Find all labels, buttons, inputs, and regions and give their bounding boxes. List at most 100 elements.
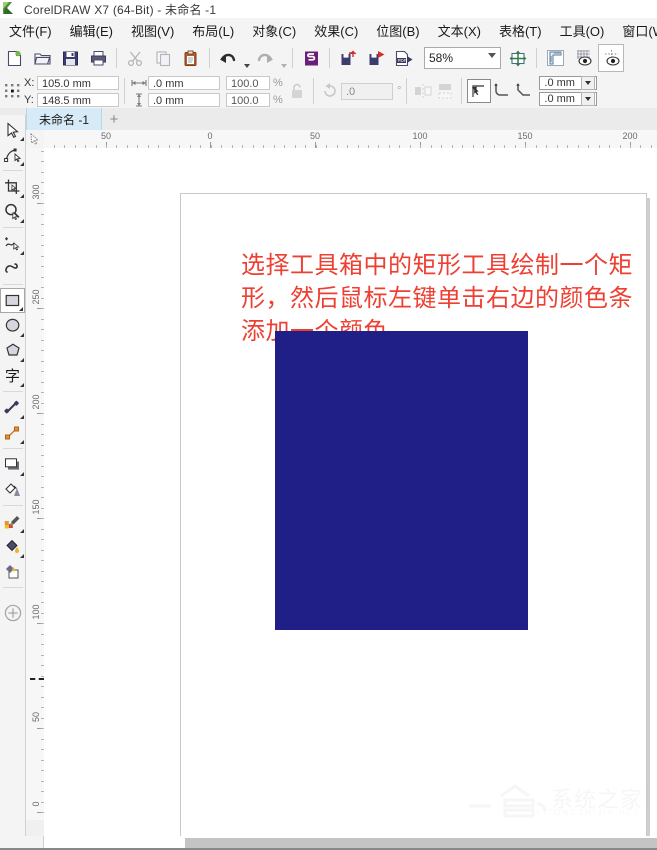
new-document-tab-button[interactable]: +: [104, 110, 124, 128]
menu-object[interactable]: 对象(C): [243, 19, 305, 42]
tool-add-more[interactable]: [0, 600, 25, 625]
flyout-arrow-icon[interactable]: [16, 333, 24, 337]
undo-arrow-icon[interactable]: [215, 44, 241, 72]
menu-edit[interactable]: 编辑(E): [61, 19, 122, 42]
tool-freehand[interactable]: [0, 231, 25, 256]
y-position-input[interactable]: 148.5 mm: [37, 92, 119, 107]
horizontal-ruler[interactable]: 50 0 50 100 150 200: [44, 130, 657, 149]
percent-symbol-x: %: [273, 76, 283, 89]
flyout-arrow-icon[interactable]: [16, 162, 24, 166]
tool-shadow[interactable]: [0, 452, 25, 477]
flyout-arrow-icon[interactable]: [16, 219, 24, 223]
print-icon[interactable]: [85, 44, 111, 72]
menu-layout[interactable]: 布局(L): [183, 19, 243, 42]
corner-radius-1-combo[interactable]: .0 mm: [539, 76, 598, 90]
tool-pick[interactable]: [0, 117, 25, 142]
flyout-arrow-icon[interactable]: [16, 251, 24, 255]
tool-connector[interactable]: [0, 420, 25, 445]
tool-artistic-media[interactable]: [0, 256, 25, 281]
zoom-levels-icon[interactable]: [505, 44, 531, 72]
save-floppy-icon[interactable]: [57, 44, 83, 72]
tool-interactive-fill[interactable]: [0, 559, 25, 584]
flyout-arrow-icon[interactable]: [16, 383, 24, 387]
square-corner-icon[interactable]: [467, 79, 492, 103]
flyout-arrow-icon[interactable]: [16, 194, 24, 198]
flyout-arrow-icon[interactable]: [16, 554, 24, 558]
scissors-icon[interactable]: [122, 44, 148, 72]
document-page[interactable]: 选择工具箱中的矩形工具绘制一个矩形，然后鼠标左键单击右边的颜色条添加一个颜色: [180, 193, 647, 836]
copy-icon[interactable]: [150, 44, 176, 72]
toolbox-separator: [3, 587, 23, 588]
zoom-input[interactable]: [425, 48, 483, 68]
tool-fill[interactable]: [0, 534, 25, 559]
undo-dropdown-icon[interactable]: [242, 42, 251, 75]
corel-connect-icon[interactable]: [298, 44, 324, 72]
flyout-arrow-icon[interactable]: [16, 415, 24, 419]
vertical-ruler[interactable]: 300 250 200 150 100 50 0: [26, 148, 45, 820]
tool-text[interactable]: 字: [0, 363, 25, 388]
flyout-arrow-icon[interactable]: [16, 358, 24, 362]
width-input[interactable]: .0 mm: [148, 75, 220, 90]
tool-ellipse[interactable]: [0, 313, 25, 338]
show-grid-icon[interactable]: [570, 44, 596, 72]
menu-table[interactable]: 表格(T): [490, 19, 551, 42]
tool-zoom[interactable]: [0, 199, 25, 224]
import-icon[interactable]: [335, 44, 361, 72]
menu-tools[interactable]: 工具(O): [551, 19, 614, 42]
drawing-canvas[interactable]: 选择工具箱中的矩形工具绘制一个矩形，然后鼠标左键单击右边的颜色条添加一个颜色 系…: [44, 148, 657, 836]
tool-transparency[interactable]: [0, 477, 25, 502]
lock-ratio-icon[interactable]: [286, 79, 308, 103]
tool-polygon[interactable]: [0, 338, 25, 363]
horizontal-scrollbar-thumb[interactable]: [185, 838, 657, 848]
tool-color-eyedropper[interactable]: [0, 509, 25, 534]
options-ruler-icon[interactable]: [542, 44, 568, 72]
flyout-arrow-icon[interactable]: [16, 529, 24, 533]
zoom-level-combo[interactable]: [424, 47, 501, 69]
tool-crop[interactable]: [0, 174, 25, 199]
document-tab-bar: 未命名 -1 +: [0, 108, 657, 132]
menu-file[interactable]: 文件(F): [0, 19, 61, 42]
paste-clipboard-icon[interactable]: [178, 44, 204, 72]
export-icon[interactable]: [363, 44, 389, 72]
corner-radius-2-combo[interactable]: .0 mm: [539, 92, 598, 106]
ruler-corner-origin[interactable]: [26, 130, 45, 149]
mirror-vertical-icon[interactable]: [434, 79, 456, 103]
chevron-down-icon[interactable]: [488, 53, 496, 58]
open-folder-icon[interactable]: [29, 44, 55, 72]
document-tab-active[interactable]: 未命名 -1: [26, 108, 103, 130]
menu-window[interactable]: 窗口(W): [613, 19, 657, 42]
menu-text[interactable]: 文本(X): [429, 19, 490, 42]
vruler-label: 250: [31, 289, 41, 305]
redo-arrow-icon[interactable]: [252, 44, 278, 72]
menu-effects[interactable]: 效果(C): [305, 19, 367, 42]
chamfer-corner-icon[interactable]: [513, 79, 535, 103]
corner-radius-1-value: .0 mm: [544, 77, 575, 89]
flyout-arrow-icon[interactable]: [16, 472, 24, 476]
blue-rectangle-object[interactable]: [275, 331, 528, 630]
chevron-down-icon[interactable]: [581, 76, 596, 90]
flyout-arrow-icon[interactable]: [16, 440, 24, 444]
tool-shape[interactable]: [0, 142, 25, 167]
percent-symbol-y: %: [273, 93, 283, 106]
menu-view[interactable]: 视图(V): [122, 19, 183, 42]
tool-dimension[interactable]: [0, 395, 25, 420]
tool-rectangle[interactable]: [0, 288, 25, 313]
rotation-input[interactable]: .0: [341, 82, 393, 100]
rotation-angle-icon: [319, 79, 341, 103]
redo-dropdown-icon[interactable]: [279, 42, 288, 75]
height-input[interactable]: .0 mm: [148, 92, 220, 107]
menu-bitmap[interactable]: 位图(B): [367, 19, 428, 42]
flyout-arrow-icon[interactable]: [15, 307, 23, 311]
publish-to-pdf-icon[interactable]: PDF: [391, 44, 417, 72]
scale-y-input[interactable]: 100.0: [226, 92, 270, 107]
snap-to-icon[interactable]: [598, 44, 624, 72]
scale-x-input[interactable]: 100.0: [226, 75, 270, 90]
round-corner-icon[interactable]: [491, 79, 513, 103]
mirror-horizontal-icon[interactable]: [412, 79, 434, 103]
chevron-down-icon[interactable]: [581, 92, 596, 106]
x-position-input[interactable]: 105.0 mm: [37, 75, 119, 90]
new-document-icon[interactable]: [1, 44, 27, 72]
flyout-arrow-icon[interactable]: [16, 137, 24, 141]
object-position-icon: [2, 79, 24, 103]
propertybar-separator: [124, 78, 125, 104]
